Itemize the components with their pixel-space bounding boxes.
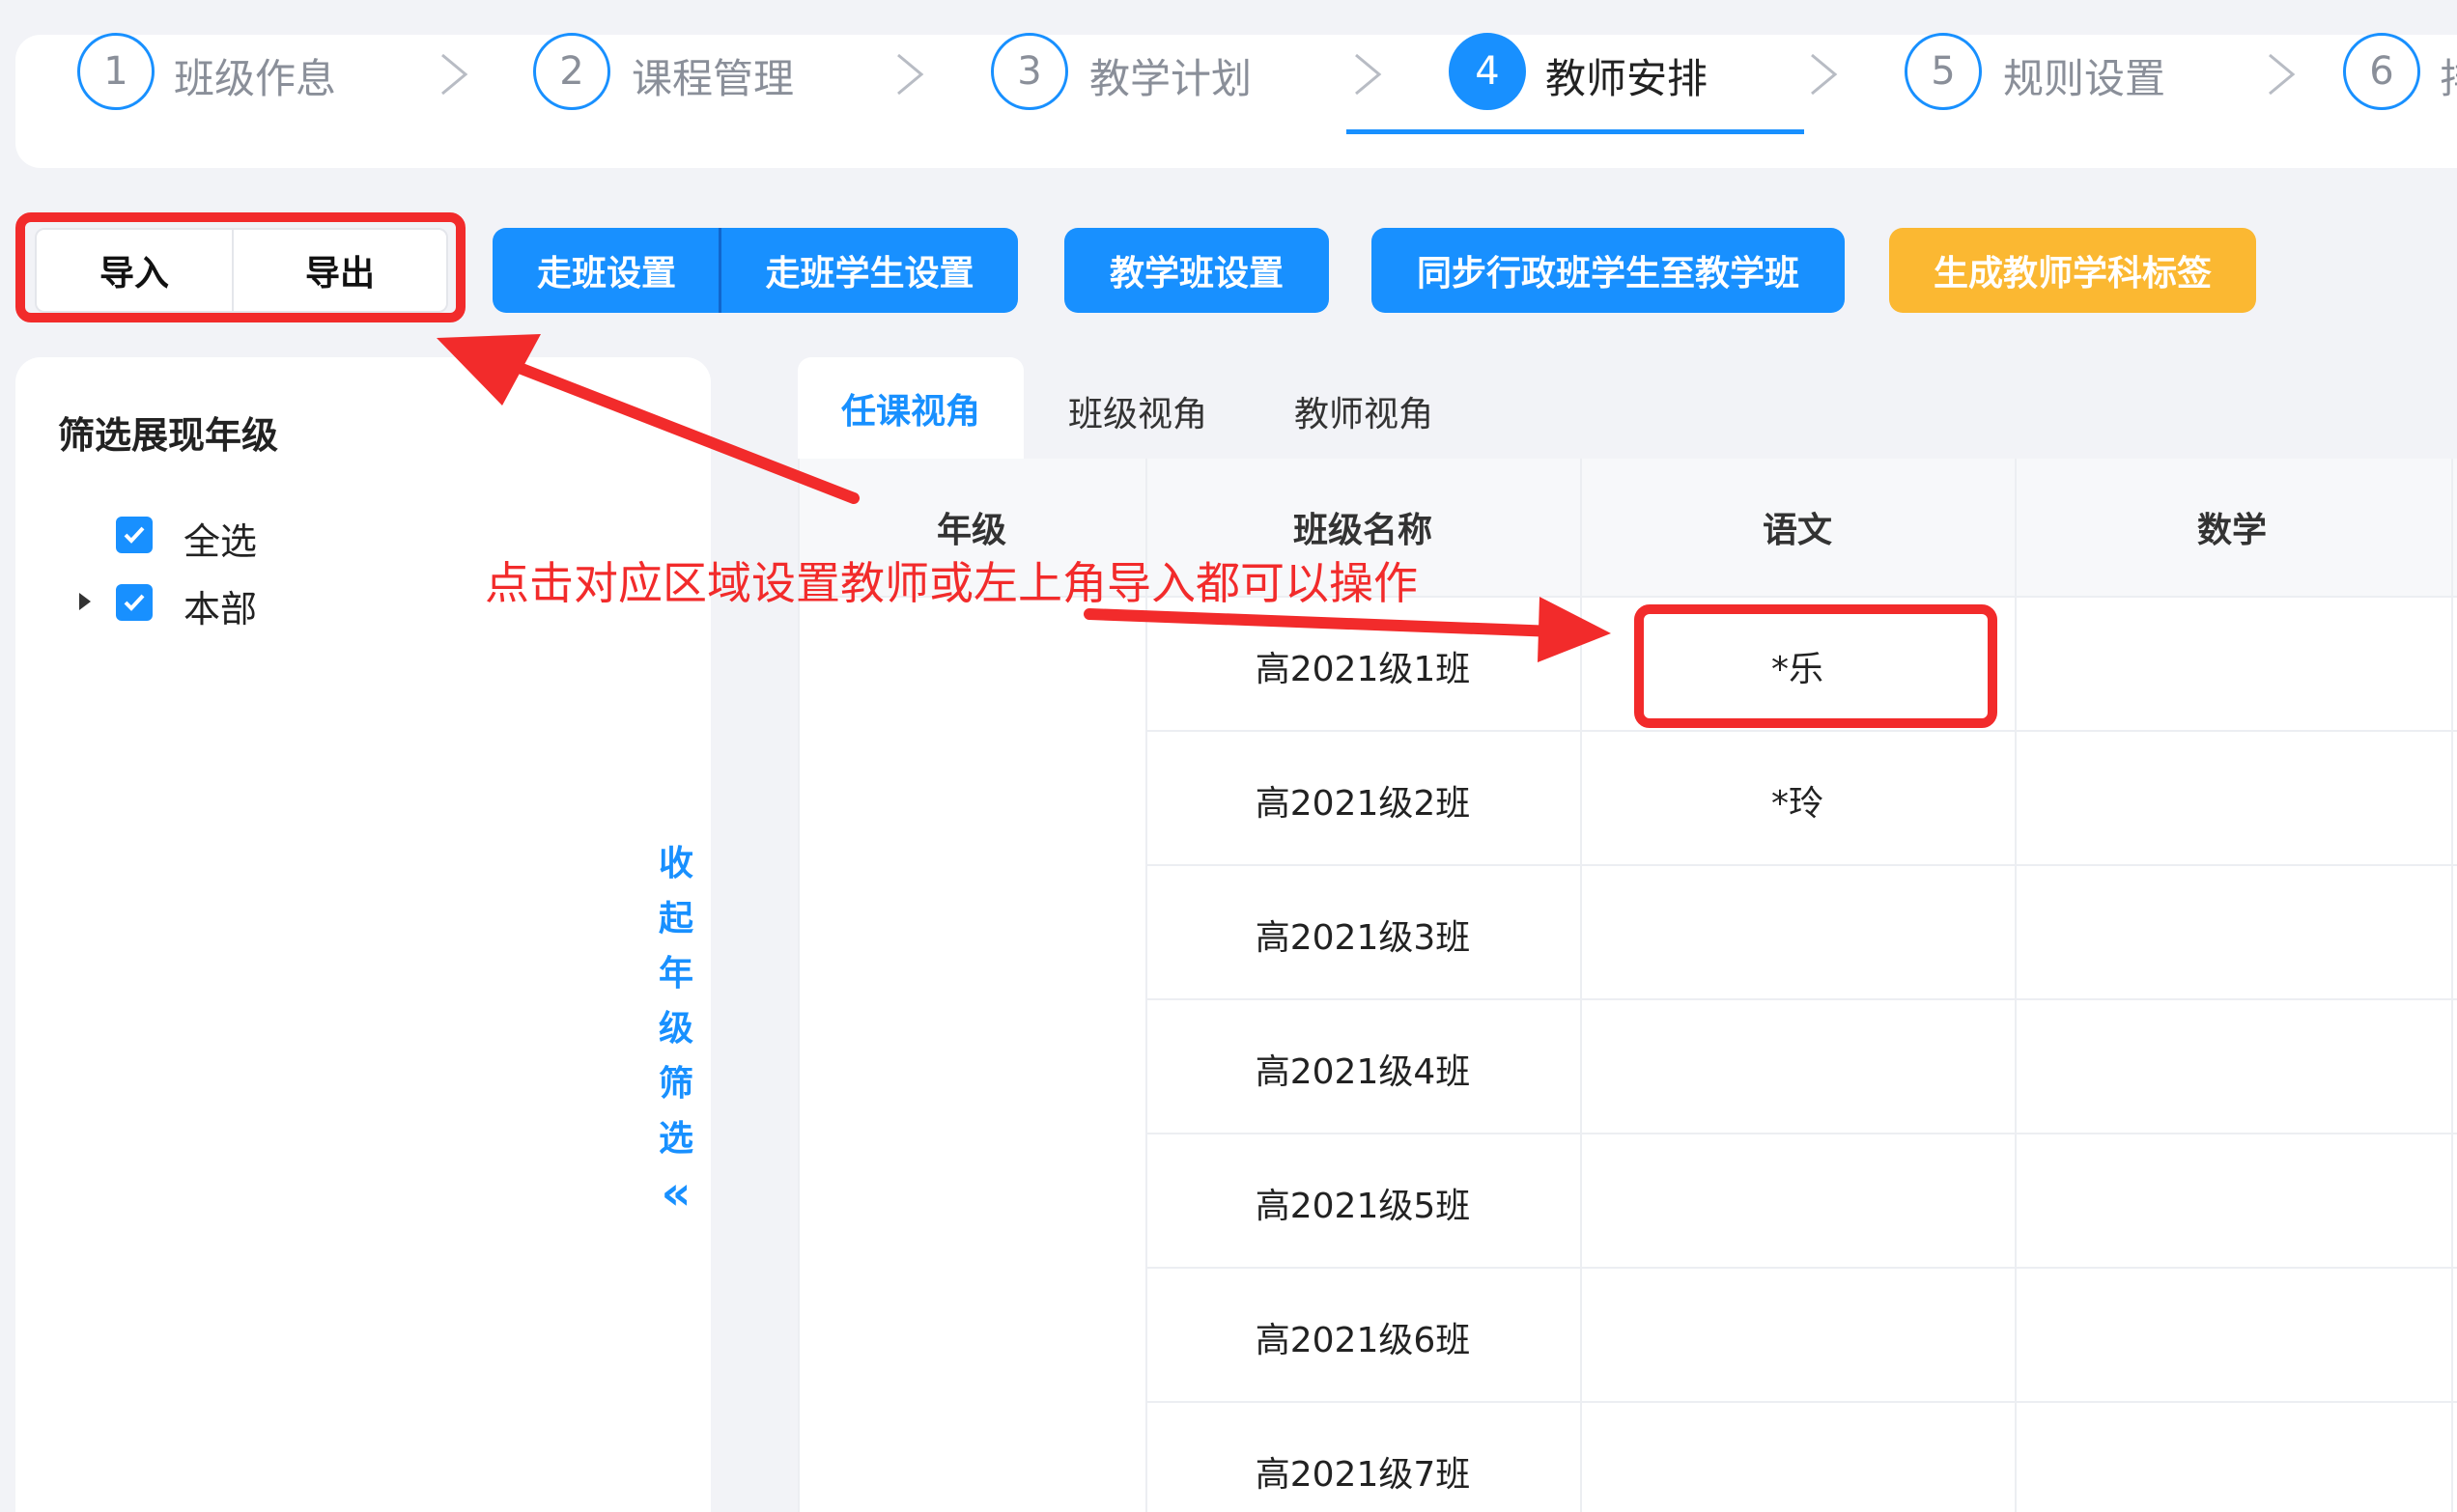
filter-title: 筛选展现年级 xyxy=(58,414,279,457)
column-divider xyxy=(2451,459,2453,1512)
chinese-teacher-cell[interactable]: *玲 xyxy=(1580,775,2015,826)
step-number: 6 xyxy=(2343,33,2420,110)
annotation-text: 点击对应区域设置教师或左上角导入都可以操作 xyxy=(485,557,1418,609)
step-label: 规则设置 xyxy=(2003,55,2166,102)
collapse-grade-filter-toggle[interactable]: 收起年级筛选 « xyxy=(657,836,695,1221)
select-all-label: 全选 xyxy=(184,520,258,563)
column-divider xyxy=(2015,459,2017,1512)
step-label: 教学计划 xyxy=(1089,55,1253,102)
tab-teacher-view[interactable]: 教师视角 xyxy=(1294,386,1433,436)
campus-label: 本部 xyxy=(184,588,258,630)
double-chevron-left-icon: « xyxy=(661,1166,692,1220)
column-header-math: 数学 xyxy=(2196,511,2267,550)
campus-checkbox[interactable] xyxy=(116,584,153,621)
step-number: 5 xyxy=(1905,33,1982,110)
cell-highlight-box xyxy=(1634,604,1997,728)
class-name-cell: 高2021级7班 xyxy=(1255,1455,1471,1495)
view-tabs-bar xyxy=(798,357,2457,459)
select-all-checkbox[interactable] xyxy=(116,517,153,553)
teacher-assignment-table xyxy=(798,459,2457,1512)
step-label: 课程管理 xyxy=(632,55,795,102)
active-step-underline xyxy=(1346,129,1804,134)
column-divider xyxy=(798,459,800,1512)
row-divider xyxy=(1145,1267,2457,1269)
row-divider xyxy=(1145,730,2457,732)
walk-student-settings-button[interactable]: 走班学生设置 xyxy=(721,228,1018,313)
column-header-class-name: 班级名称 xyxy=(1292,511,1432,550)
row-divider xyxy=(1145,1401,2457,1403)
walk-class-settings-button[interactable]: 走班设置 xyxy=(493,228,720,313)
class-name-cell: 高2021级6班 xyxy=(1255,1321,1471,1360)
class-name-cell: 高2021级4班 xyxy=(1255,1052,1471,1092)
row-divider xyxy=(1145,998,2457,1000)
import-export-highlight-box xyxy=(15,212,466,322)
class-name-cell: 高2021级1班 xyxy=(1255,650,1471,689)
row-divider xyxy=(1145,1133,2457,1134)
checkmark-icon xyxy=(124,526,145,544)
caret-right-icon[interactable] xyxy=(77,591,93,612)
step-number: 3 xyxy=(991,33,1068,110)
step-label: 排 xyxy=(2440,46,2457,105)
chevron-right-icon xyxy=(1355,53,1382,96)
tab-teaching-view[interactable]: 任课视角 xyxy=(798,357,1024,459)
step-label: 教师安排 xyxy=(1545,55,1709,102)
chevron-right-icon xyxy=(2269,53,2296,96)
column-header-chinese: 语文 xyxy=(1762,511,1832,550)
sync-students-button[interactable]: 同步行政班学生至教学班 xyxy=(1371,228,1845,313)
collapse-label: 收起年级筛选 xyxy=(658,844,693,1159)
step-label: 班级作息 xyxy=(174,55,337,102)
step-number: 2 xyxy=(533,33,610,110)
class-name-cell: 高2021级2班 xyxy=(1255,784,1471,824)
class-name-cell: 高2021级5班 xyxy=(1255,1187,1471,1226)
class-name-cell: 高2021级3班 xyxy=(1255,918,1471,958)
column-divider xyxy=(1580,459,1582,1512)
step-number: 1 xyxy=(77,33,155,110)
row-divider xyxy=(1145,864,2457,866)
checkmark-icon xyxy=(124,594,145,611)
chevron-right-icon xyxy=(441,53,468,96)
column-header-grade: 年级 xyxy=(936,511,1006,550)
chevron-right-icon xyxy=(897,53,924,96)
teaching-class-settings-button[interactable]: 教学班设置 xyxy=(1064,228,1329,313)
generate-teacher-tags-button[interactable]: 生成教师学科标签 xyxy=(1889,228,2256,313)
chevron-right-icon xyxy=(1811,53,1838,96)
step-number: 4 xyxy=(1449,33,1526,110)
tab-class-view[interactable]: 班级视角 xyxy=(1068,386,1207,436)
